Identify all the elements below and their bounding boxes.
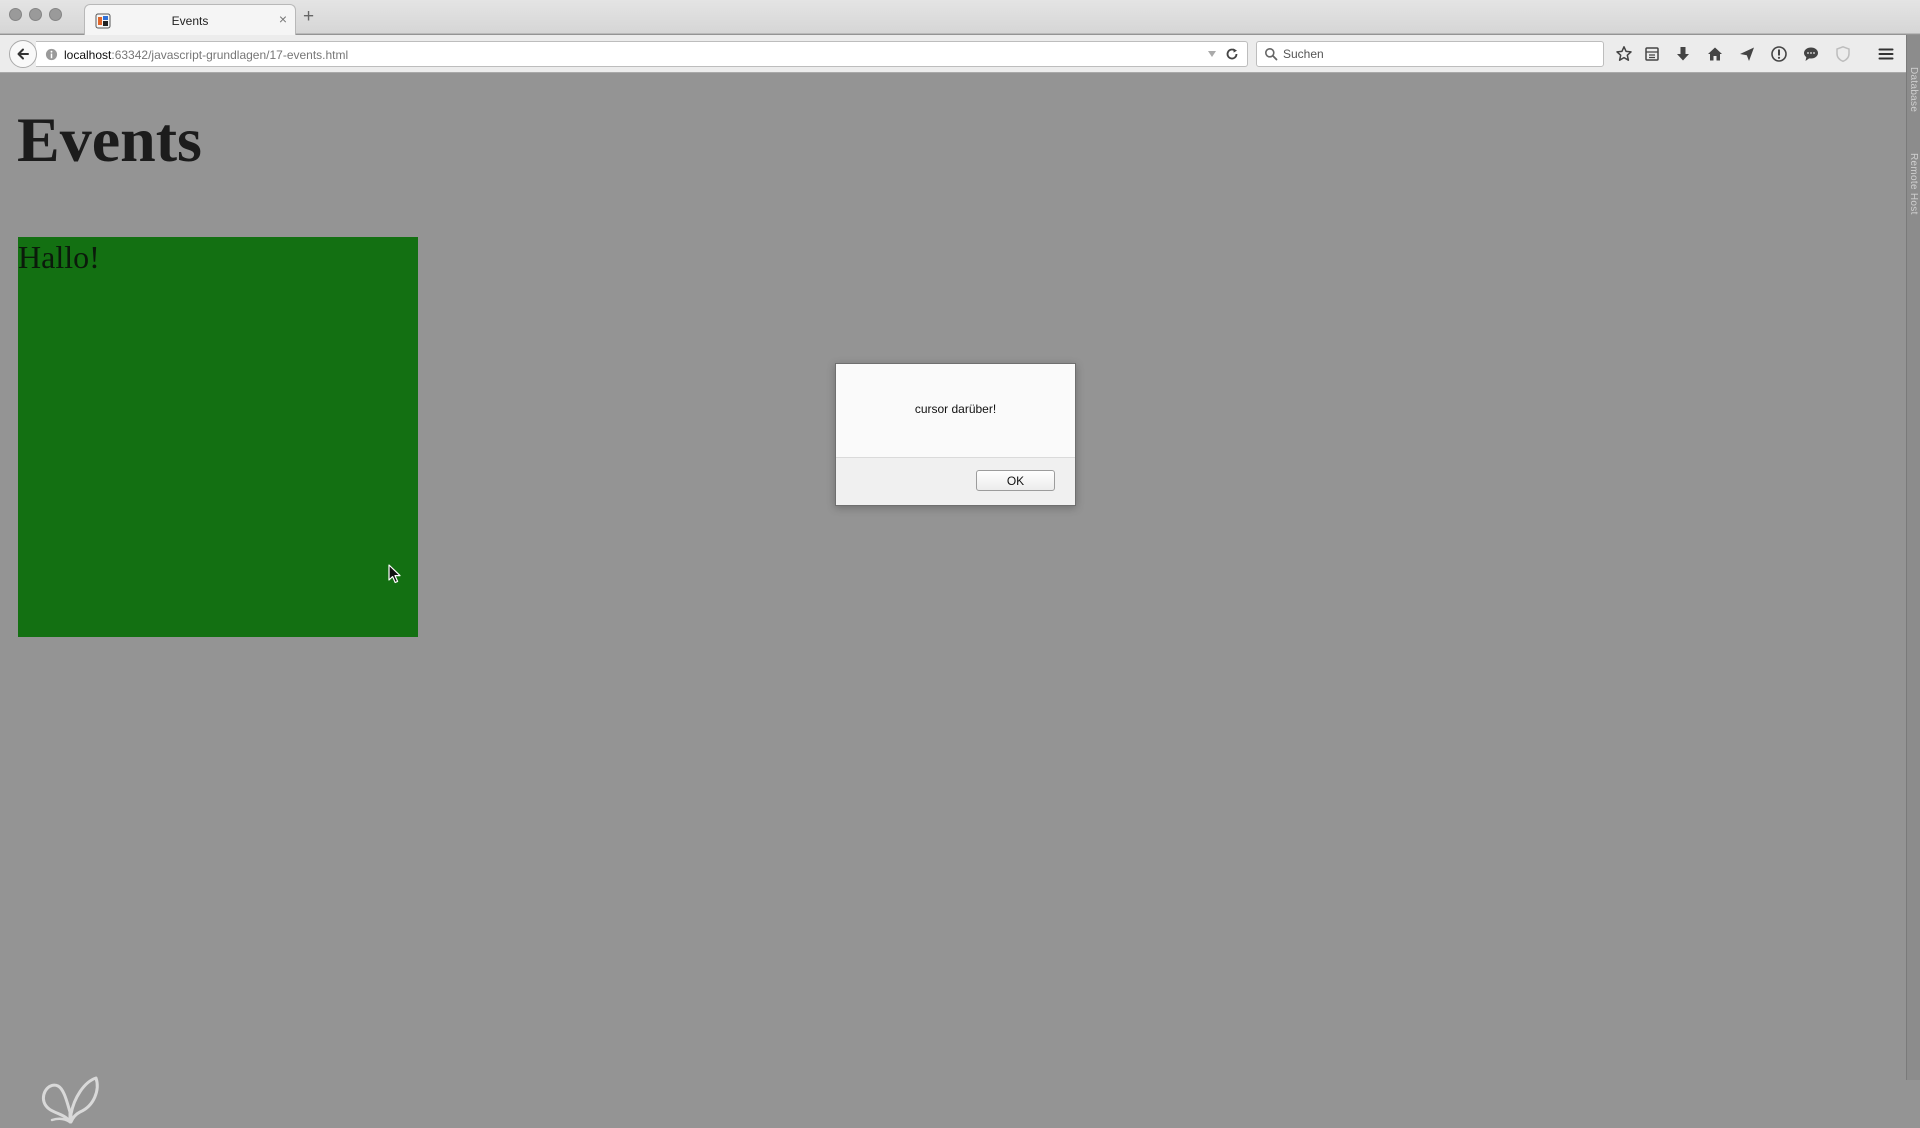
- new-tab-button[interactable]: +: [303, 6, 314, 28]
- mouse-cursor-icon: [388, 564, 401, 584]
- url-bar[interactable]: localhost:63342/javascript-grundlagen/17…: [36, 41, 1248, 67]
- url-history-dropdown-icon[interactable]: [1207, 50, 1217, 58]
- back-button[interactable]: [9, 40, 37, 68]
- alert-message: cursor darüber!: [914, 402, 997, 416]
- back-arrow-icon: [17, 48, 29, 60]
- tab-title: Events: [171, 14, 209, 28]
- search-input[interactable]: [1281, 44, 1591, 64]
- window-minimize-button[interactable]: [29, 8, 42, 21]
- tab-close-icon[interactable]: ×: [279, 11, 287, 27]
- download-icon[interactable]: [1674, 45, 1692, 63]
- hover-box-text: Hallo!: [18, 239, 100, 275]
- butterfly-logo-icon: [41, 1076, 99, 1124]
- reading-list-icon[interactable]: [1643, 45, 1661, 63]
- side-panel-remote-host-label[interactable]: Remote Host: [1908, 153, 1919, 215]
- bookmark-star-icon[interactable]: [1615, 45, 1633, 63]
- alert-body: cursor darüber!: [836, 364, 1075, 458]
- shield-icon[interactable]: [1834, 45, 1852, 63]
- hamburger-menu-icon[interactable]: [1877, 45, 1895, 63]
- home-icon[interactable]: [1706, 45, 1724, 63]
- hover-target-box[interactable]: Hallo!: [18, 237, 418, 637]
- chat-icon[interactable]: [1802, 45, 1820, 63]
- search-bar[interactable]: [1256, 41, 1604, 67]
- info-icon[interactable]: [1770, 45, 1788, 63]
- alert-dialog: cursor darüber! OK: [835, 363, 1076, 506]
- ide-side-panel-strip: Database Remote Host: [1906, 35, 1920, 1080]
- url-host: localhost: [64, 48, 112, 62]
- site-info-icon[interactable]: [45, 48, 58, 61]
- pocket-send-icon[interactable]: [1738, 45, 1756, 63]
- browser-tab-bar: Events × +: [0, 0, 1920, 35]
- window-close-button[interactable]: [9, 8, 22, 21]
- url-text[interactable]: localhost:63342/javascript-grundlagen/17…: [64, 48, 348, 62]
- page-content: Events Hallo!: [0, 74, 1906, 1124]
- window-zoom-button[interactable]: [49, 8, 62, 21]
- tab-events[interactable]: Events ×: [84, 4, 296, 35]
- side-panel-database-label[interactable]: Database: [1908, 67, 1919, 112]
- page-title: Events: [17, 104, 202, 175]
- browser-nav-bar: localhost:63342/javascript-grundlagen/17…: [0, 35, 1920, 73]
- search-icon: [1265, 48, 1278, 61]
- alert-ok-button[interactable]: OK: [976, 470, 1055, 491]
- reload-icon[interactable]: [1225, 47, 1239, 61]
- url-path: :63342/javascript-grundlagen/17-events.h…: [111, 48, 349, 62]
